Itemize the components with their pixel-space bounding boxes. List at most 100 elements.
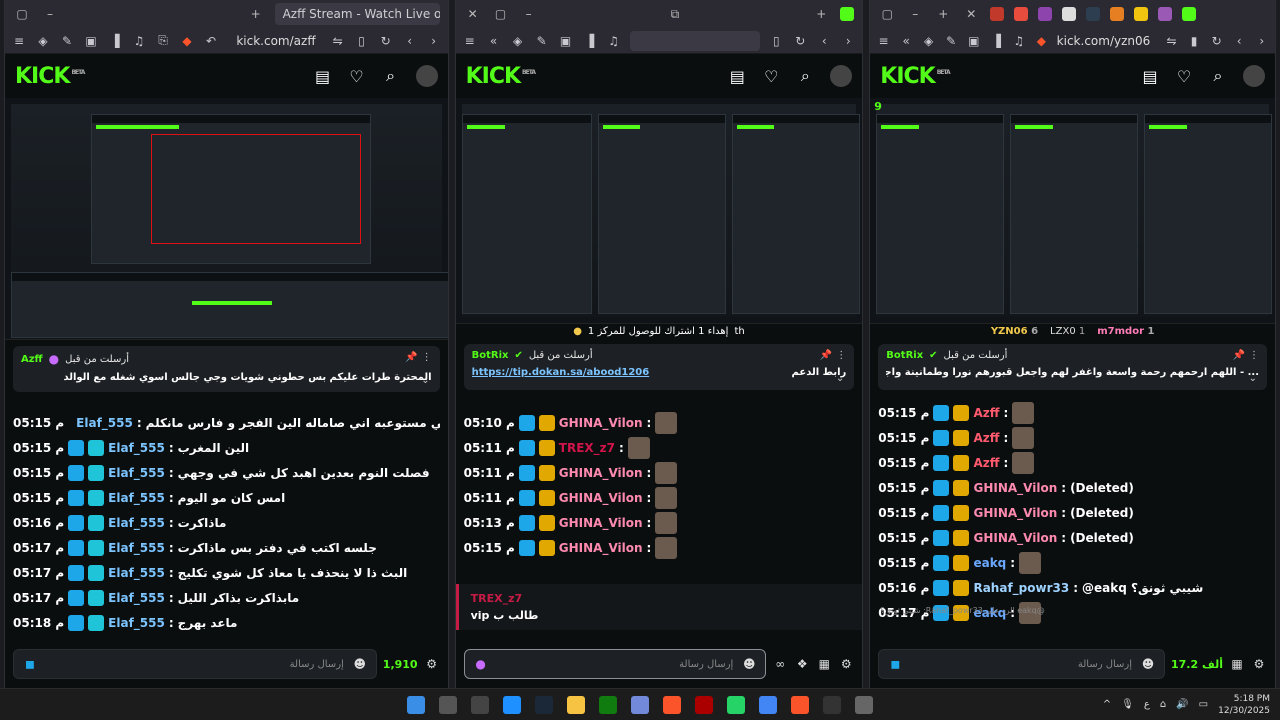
- share-icon[interactable]: ⇋: [1164, 34, 1179, 48]
- following-heart-icon[interactable]: ♡: [348, 67, 366, 86]
- battery-icon[interactable]: ▭: [1199, 699, 1208, 710]
- chat-message[interactable]: 05:15 م Elaf_555: ماني مستوعبه اني صاماله …: [13, 410, 440, 435]
- message-username[interactable]: TREX_z7: [559, 441, 615, 455]
- sidebar-icon[interactable]: ▐: [989, 34, 1004, 48]
- chat-message[interactable]: 05:18 م Elaf_555: ماعد بهرج: [13, 610, 440, 635]
- following-heart-icon[interactable]: ♡: [1175, 67, 1193, 86]
- chrome-icon[interactable]: [759, 695, 777, 714]
- chat-message[interactable]: 05:17 م Elaf_555: جلسه اكتب في دفتر بس ماذ…: [13, 535, 440, 560]
- stream-video[interactable]: 9: [870, 98, 1275, 324]
- pip-icon[interactable]: ⧉: [666, 7, 684, 22]
- url-field[interactable]: [629, 30, 761, 51]
- app-icon[interactable]: [695, 695, 713, 714]
- chevron-down-icon[interactable]: ⌄: [836, 373, 844, 384]
- translate-icon[interactable]: ⎘: [155, 33, 171, 48]
- chat-message[interactable]: 05:10 م GHINA_Vilon:: [464, 410, 855, 435]
- settings-gear-icon[interactable]: ⚙: [424, 657, 440, 671]
- pinned-user[interactable]: BotRix: [472, 350, 509, 361]
- chat-message[interactable]: 05:15 م GHINA_Vilon:: [464, 535, 855, 560]
- message-username[interactable]: GHINA_Vilon: [973, 531, 1057, 545]
- emoji-icon[interactable]: ☻: [741, 657, 757, 671]
- brave-shield-icon[interactable]: ◆: [179, 34, 195, 48]
- topper-3[interactable]: m7mdor 1: [1097, 326, 1154, 337]
- pinned-user[interactable]: Azff: [21, 354, 43, 365]
- message-username[interactable]: GHINA_Vilon: [559, 491, 643, 505]
- emoji-icon[interactable]: ☻: [352, 657, 368, 671]
- back-icon[interactable]: ‹: [402, 34, 418, 48]
- tab-favicon-6[interactable]: [1110, 7, 1125, 21]
- browse-icon[interactable]: ▤: [728, 67, 746, 86]
- message-username[interactable]: GHINA_Vilon: [559, 466, 643, 480]
- chat-message[interactable]: 05:15 م GHINA_Vilon: (Deleted): [878, 525, 1267, 550]
- emoji-icon[interactable]: ☻: [1140, 657, 1156, 671]
- message-username[interactable]: eakq: [973, 556, 1006, 570]
- steam-icon[interactable]: [535, 695, 553, 714]
- xbox-icon[interactable]: [599, 695, 617, 714]
- brave-icon[interactable]: [663, 695, 681, 714]
- shield-icon[interactable]: ◈: [510, 34, 526, 48]
- mic-icon[interactable]: 🎙: [1121, 699, 1134, 710]
- extensions-icon[interactable]: ✎: [59, 34, 75, 48]
- chat-message[interactable]: 05:15 م eakq:: [878, 550, 1267, 575]
- message-username[interactable]: GHINA_Vilon: [973, 506, 1057, 520]
- sidebar-icon[interactable]: ▐: [582, 34, 598, 48]
- gift-icon[interactable]: ▦: [816, 657, 832, 671]
- bookmark-icon[interactable]: ▮: [1187, 34, 1202, 48]
- file-explorer-icon[interactable]: [567, 695, 585, 714]
- screenshot-icon[interactable]: ▣: [558, 34, 574, 48]
- chat-message[interactable]: 05:15 م Elaf_555: الين المغرب: [13, 435, 440, 460]
- edge-icon[interactable]: [503, 695, 521, 714]
- points-icon[interactable]: ❖: [794, 657, 810, 671]
- tab-favicon-5[interactable]: [1086, 7, 1101, 21]
- chevron-down-icon[interactable]: ⌄: [421, 375, 429, 386]
- extensions-icon[interactable]: ✎: [944, 34, 959, 48]
- reload-icon[interactable]: ↻: [792, 34, 808, 48]
- topper-1[interactable]: YZN06 6: [991, 326, 1038, 337]
- minimize-icon[interactable]: –: [41, 7, 59, 21]
- pinned-message[interactable]: أرسلت من قبل ● Azff المحترة طرات عليكم ب…: [13, 346, 440, 392]
- tab-favicon-3[interactable]: [1038, 7, 1053, 21]
- browse-icon[interactable]: ▤: [314, 67, 332, 86]
- bookmark-icon[interactable]: ▯: [768, 34, 784, 48]
- gift-icon[interactable]: ▦: [1229, 657, 1245, 671]
- close-icon[interactable]: ✕: [464, 7, 482, 21]
- pin-icon[interactable]: 📌: [405, 352, 417, 363]
- kick-favicon-icon[interactable]: [840, 7, 855, 21]
- pinned-message[interactable]: أرسلت من قبل ✔ BotRix ... - اللهم ارحمهم…: [878, 344, 1267, 390]
- settings-gear-icon[interactable]: ⚙: [838, 657, 854, 671]
- message-username[interactable]: Azff: [973, 431, 999, 445]
- message-username[interactable]: Elaf_555: [108, 591, 165, 605]
- message-username[interactable]: GHINA_Vilon: [559, 516, 643, 530]
- tab-favicon-1[interactable]: [990, 7, 1005, 21]
- double-chevron-icon[interactable]: «: [899, 34, 914, 48]
- start-icon[interactable]: [407, 695, 425, 714]
- settings-gear-icon[interactable]: ⚙: [1251, 657, 1267, 671]
- avatar[interactable]: [830, 65, 853, 87]
- music-icon[interactable]: ♫: [131, 34, 147, 48]
- minimize-icon[interactable]: –: [520, 7, 538, 21]
- search-icon[interactable]: ⌕: [1209, 66, 1227, 86]
- chat-input[interactable]: ◼ إرسال رسالة ☻: [13, 649, 377, 679]
- menu-icon[interactable]: ≡: [876, 34, 891, 48]
- tab-favicon-8[interactable]: [1158, 7, 1173, 21]
- pinned-message[interactable]: أرسلت من قبل ✔ BotRix https://tip.dokan.…: [463, 344, 855, 390]
- message-username[interactable]: Azff: [973, 406, 999, 420]
- search-icon[interactable]: [439, 695, 457, 714]
- points-count[interactable]: 17.2 ألف: [1171, 658, 1223, 671]
- menu-icon[interactable]: ≡: [11, 34, 27, 48]
- new-tab-icon[interactable]: +: [934, 7, 952, 21]
- message-username[interactable]: Elaf_555: [108, 616, 165, 630]
- more-options-icon[interactable]: ⋮: [1249, 350, 1259, 361]
- reply-preview[interactable]: TREX_z7 vip طالب ب: [455, 584, 863, 630]
- extensions-icon[interactable]: ✎: [534, 34, 550, 48]
- message-username[interactable]: GHINA_Vilon: [559, 416, 643, 430]
- brave-shield-icon[interactable]: ◆: [1034, 34, 1049, 48]
- language-indicator[interactable]: ع: [1144, 699, 1150, 710]
- stream-video[interactable]: [5, 98, 448, 340]
- task-view-icon[interactable]: [471, 695, 489, 714]
- minimize-icon[interactable]: –: [906, 7, 924, 21]
- message-username[interactable]: Rahaf_powr33: [973, 581, 1069, 595]
- network-icon[interactable]: ⌂: [1160, 699, 1166, 710]
- screenshot-icon[interactable]: ▣: [83, 34, 99, 48]
- chat-input[interactable]: ◼ إرسال رسالة ☻: [878, 649, 1165, 679]
